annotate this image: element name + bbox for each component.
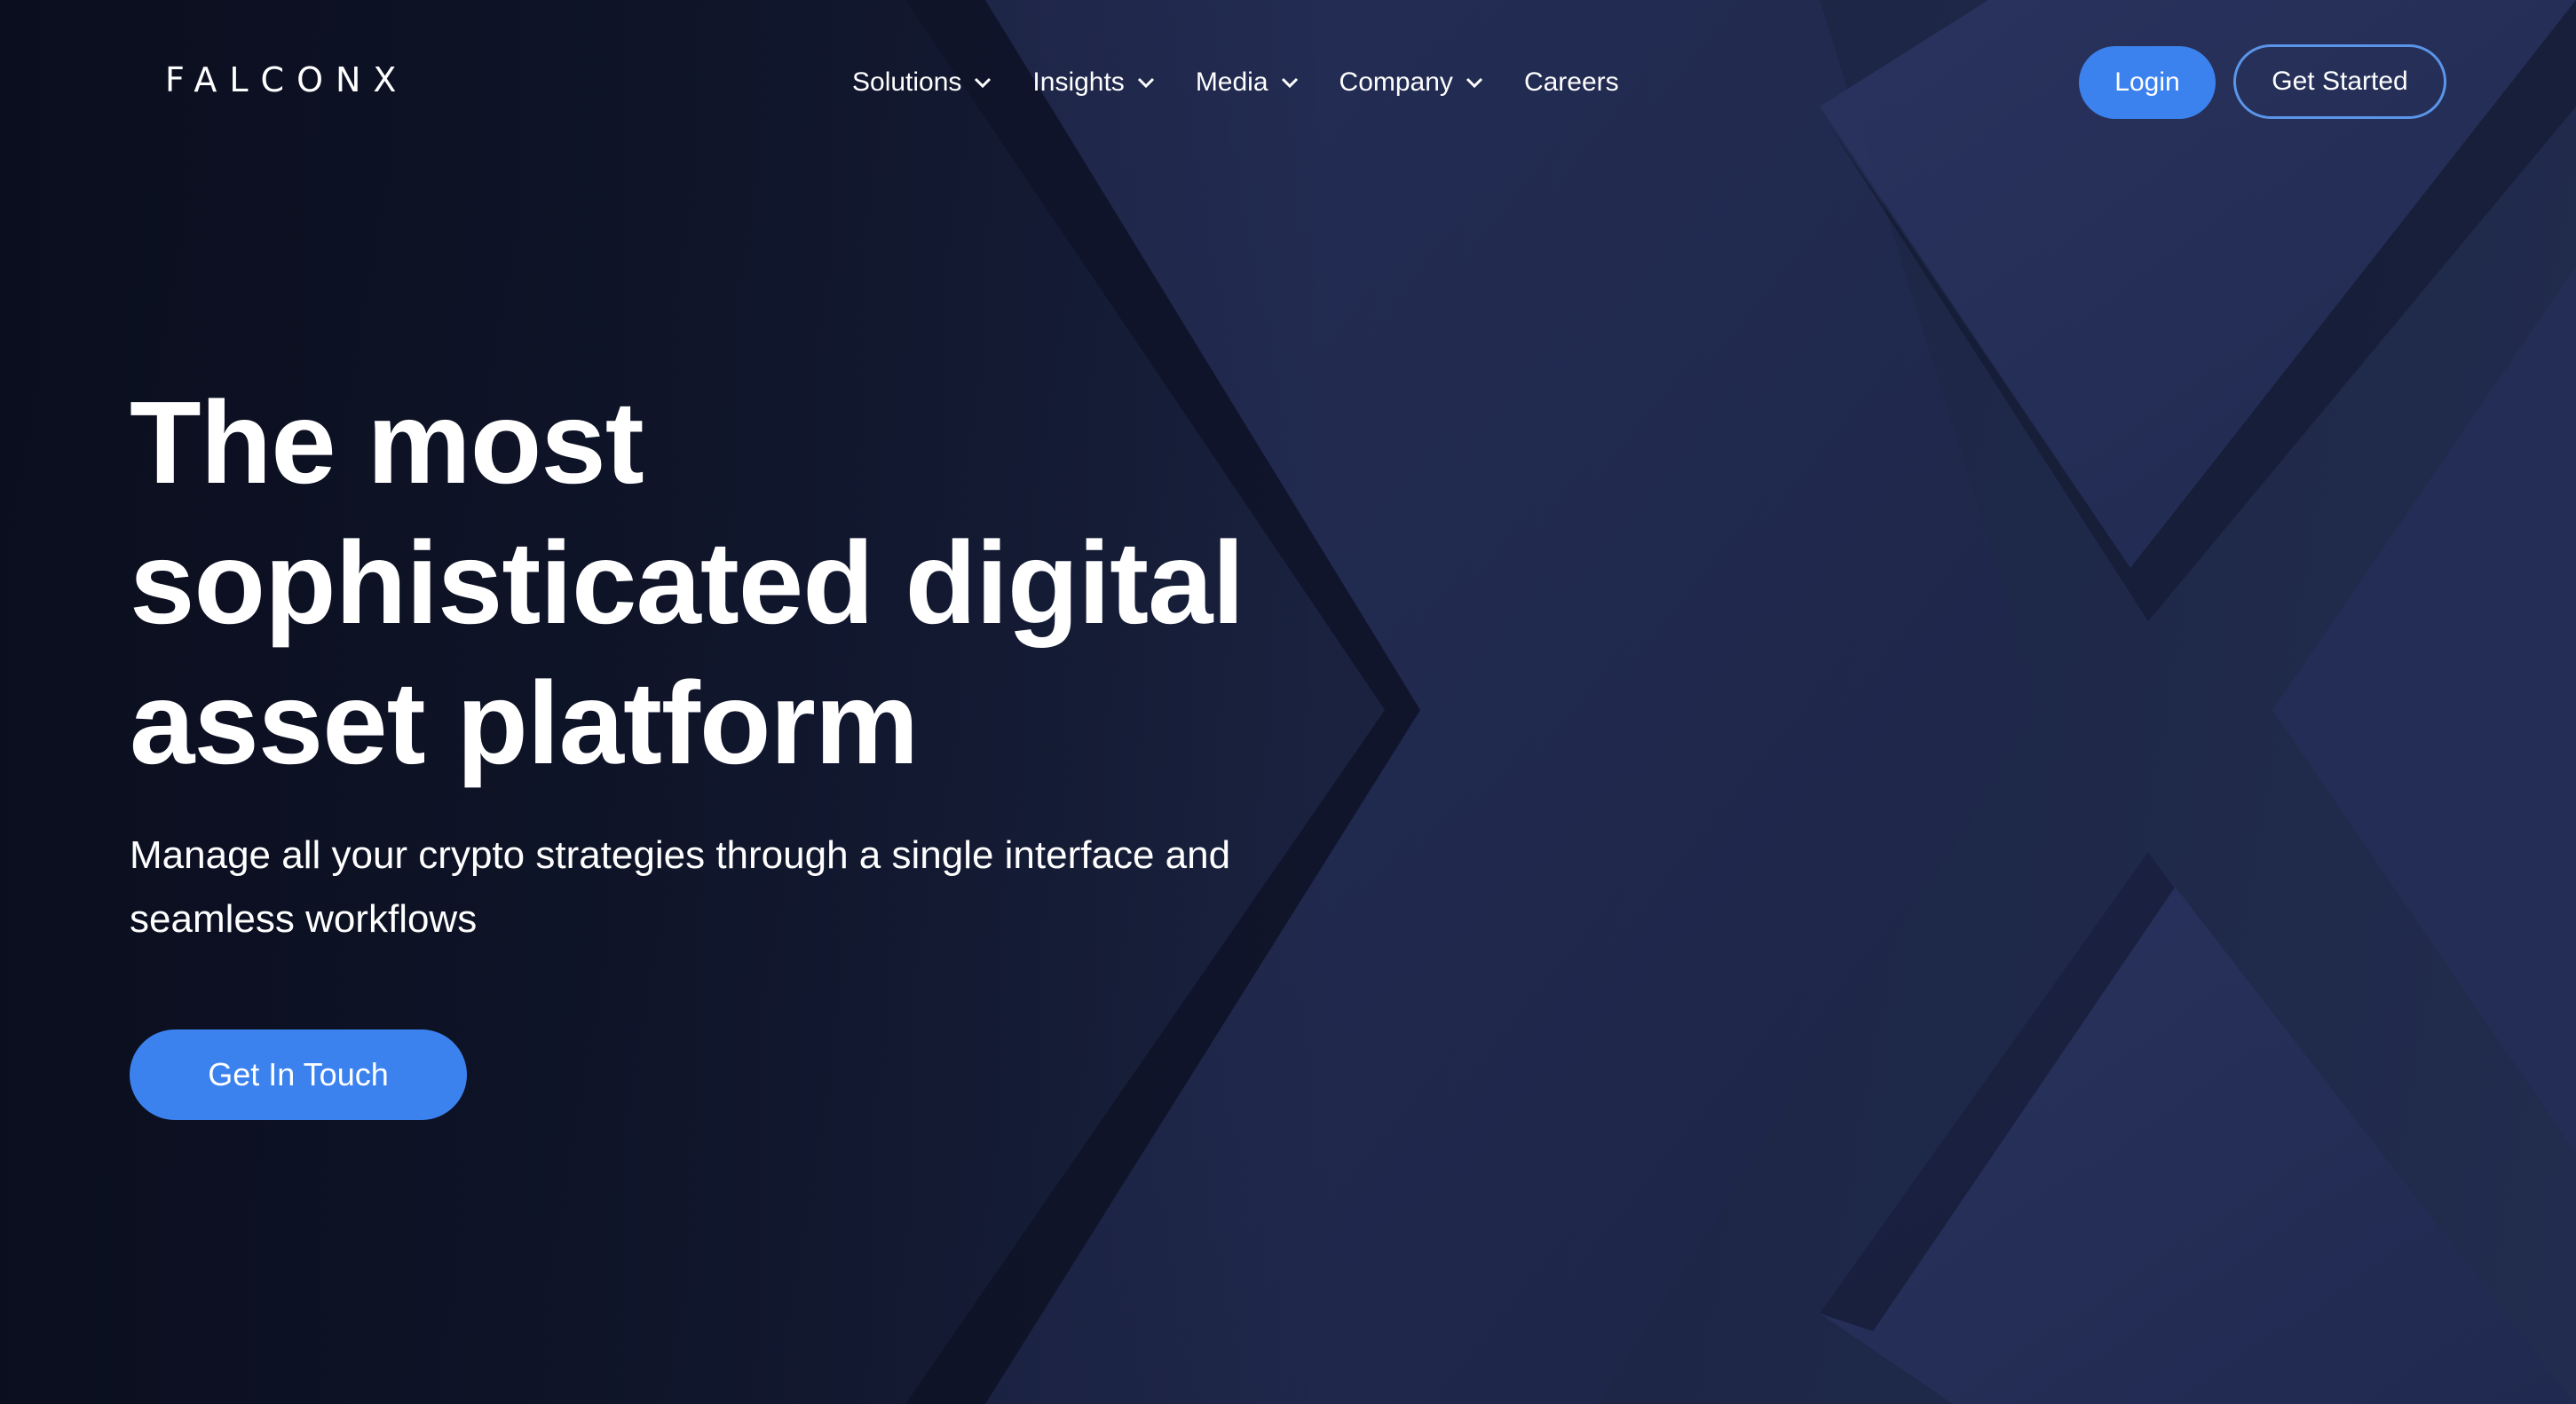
chevron-down-icon [1137,77,1154,89]
nav-item-careers[interactable]: Careers [1524,67,1619,98]
nav-item-media[interactable]: Media [1196,67,1299,98]
chevron-down-icon [975,77,992,89]
page: FALCONX Solutions Insights Media Company… [0,0,2576,1404]
login-button[interactable]: Login [2079,46,2216,119]
chevron-down-icon [1281,77,1298,89]
nav-item-company[interactable]: Company [1339,67,1483,98]
hero-title-line: asset platform [130,658,919,788]
hero-title-line: sophisticated digital [130,517,1245,648]
nav-item-label: Solutions [852,67,962,97]
hero-subtitle-line: Manage all your crypto strategies throug… [130,833,1231,877]
nav-item-label: Insights [1032,67,1125,97]
hero-subtitle: Manage all your crypto strategies throug… [130,824,1372,951]
nav-item-label: Company [1339,67,1453,97]
hero-title-line: The most [130,377,644,508]
hero-subtitle-line: seamless workflows [130,897,478,941]
get-in-touch-button[interactable]: Get In Touch [130,1029,467,1120]
nav-item-insights[interactable]: Insights [1032,67,1154,98]
nav-item-label: Careers [1523,67,1619,97]
chevron-down-icon [1466,77,1482,89]
main-nav: Solutions Insights Media Company Careers [852,60,1660,105]
get-started-button[interactable]: Get Started [2233,44,2446,119]
nav-item-label: Media [1195,67,1268,97]
hero-title: The most sophisticated digital asset pla… [130,373,1461,793]
falconx-logo[interactable]: FALCONX [165,59,408,101]
site-header: FALCONX Solutions Insights Media Company… [0,0,2576,162]
nav-item-solutions[interactable]: Solutions [852,67,992,98]
